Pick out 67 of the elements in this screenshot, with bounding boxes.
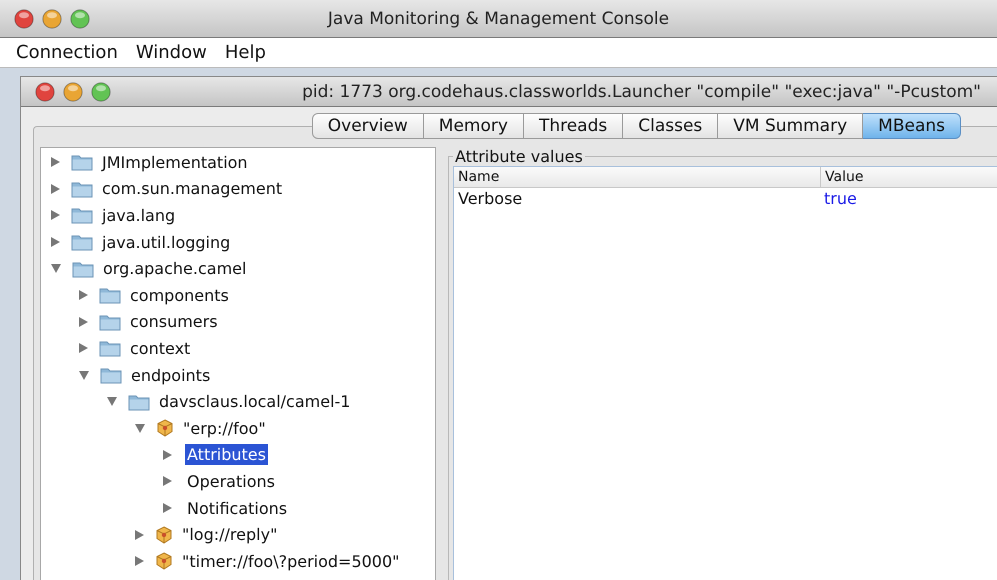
minimize-icon[interactable] — [42, 8, 62, 28]
folder-icon — [99, 339, 121, 358]
collapse-arrow-icon[interactable] — [79, 370, 89, 380]
zoom-icon[interactable] — [91, 82, 111, 102]
tree-node[interactable]: org.apache.camel — [101, 258, 248, 280]
tree-node[interactable]: Operations — [185, 470, 277, 492]
tab[interactable]: MBeans — [863, 113, 961, 139]
tab[interactable]: VM Summary — [718, 113, 864, 139]
menu-item[interactable]: Help — [218, 40, 272, 65]
folder-icon — [71, 206, 93, 224]
expand-arrow-icon[interactable] — [51, 157, 60, 168]
tree-node[interactable]: endpoints — [129, 364, 212, 386]
bean-icon — [155, 552, 173, 570]
tree-node[interactable]: "log://reply" — [180, 524, 280, 546]
expand-arrow-icon[interactable] — [51, 210, 60, 220]
tab[interactable]: Classes — [623, 113, 718, 139]
tree-node[interactable]: Attributes — [185, 444, 268, 466]
window-title: pid: 1773 org.codehaus.classworlds.Launcher "compile" "exec:java" "-Pcustom" — [302, 82, 981, 102]
folder-icon — [100, 366, 122, 384]
attribute-value: true — [823, 188, 858, 209]
menu-item[interactable]: Window — [130, 40, 213, 65]
expand-arrow-icon[interactable] — [79, 290, 88, 300]
folder-icon — [71, 233, 93, 252]
minimize-icon[interactable] — [63, 82, 83, 102]
tree-node[interactable]: Notifications — [185, 498, 290, 519]
expand-arrow-icon[interactable] — [79, 343, 88, 354]
expand-arrow-icon[interactable] — [135, 530, 144, 540]
tree-node[interactable]: context — [128, 338, 192, 359]
expand-arrow-icon[interactable] — [51, 184, 60, 194]
zoom-icon[interactable] — [70, 8, 90, 28]
close-icon[interactable] — [14, 8, 34, 28]
bean-icon — [155, 526, 173, 544]
tree-node[interactable]: java.lang — [100, 204, 178, 226]
folder-icon — [71, 180, 93, 198]
expand-arrow-icon[interactable] — [79, 316, 88, 327]
attribute-name: Verbose — [457, 188, 524, 209]
folder-icon — [99, 286, 121, 304]
collapse-arrow-icon[interactable] — [51, 264, 61, 274]
collapse-arrow-icon[interactable] — [107, 397, 117, 406]
tree-node[interactable]: consumers — [128, 311, 220, 332]
column-header[interactable]: Value — [821, 167, 868, 187]
tab[interactable]: Threads — [524, 113, 624, 139]
folder-icon — [128, 392, 150, 411]
expand-arrow-icon[interactable] — [51, 237, 60, 248]
tree-node[interactable]: JMImplementation — [100, 152, 250, 173]
group-title: Attribute values — [454, 147, 584, 166]
expand-arrow-icon[interactable] — [163, 476, 172, 486]
tab[interactable]: Overview — [312, 113, 424, 139]
expand-arrow-icon[interactable] — [135, 556, 144, 566]
tree-node[interactable]: davsclaus.local/camel-1 — [157, 391, 352, 412]
tree-node[interactable]: "erp://foo" — [181, 418, 268, 439]
expand-arrow-icon[interactable] — [163, 450, 172, 460]
tree-node[interactable]: java.util.logging — [100, 232, 232, 253]
tree-node[interactable]: components — [128, 284, 231, 306]
bean-icon — [156, 419, 174, 438]
folder-icon — [99, 312, 121, 331]
collapse-arrow-icon[interactable] — [135, 424, 145, 433]
tree-node[interactable]: "timer://foo\?period=5000" — [180, 550, 402, 572]
menu-item[interactable]: Connection — [10, 40, 124, 65]
folder-icon — [71, 153, 93, 172]
column-header[interactable]: Name — [454, 167, 821, 187]
tab[interactable]: Memory — [424, 113, 524, 139]
expand-arrow-icon[interactable] — [163, 503, 172, 514]
tree-node[interactable]: com.sun.management — [100, 178, 284, 200]
window-title: Java Monitoring & Management Console — [328, 8, 670, 28]
folder-icon — [72, 260, 94, 278]
close-icon[interactable] — [35, 82, 55, 102]
